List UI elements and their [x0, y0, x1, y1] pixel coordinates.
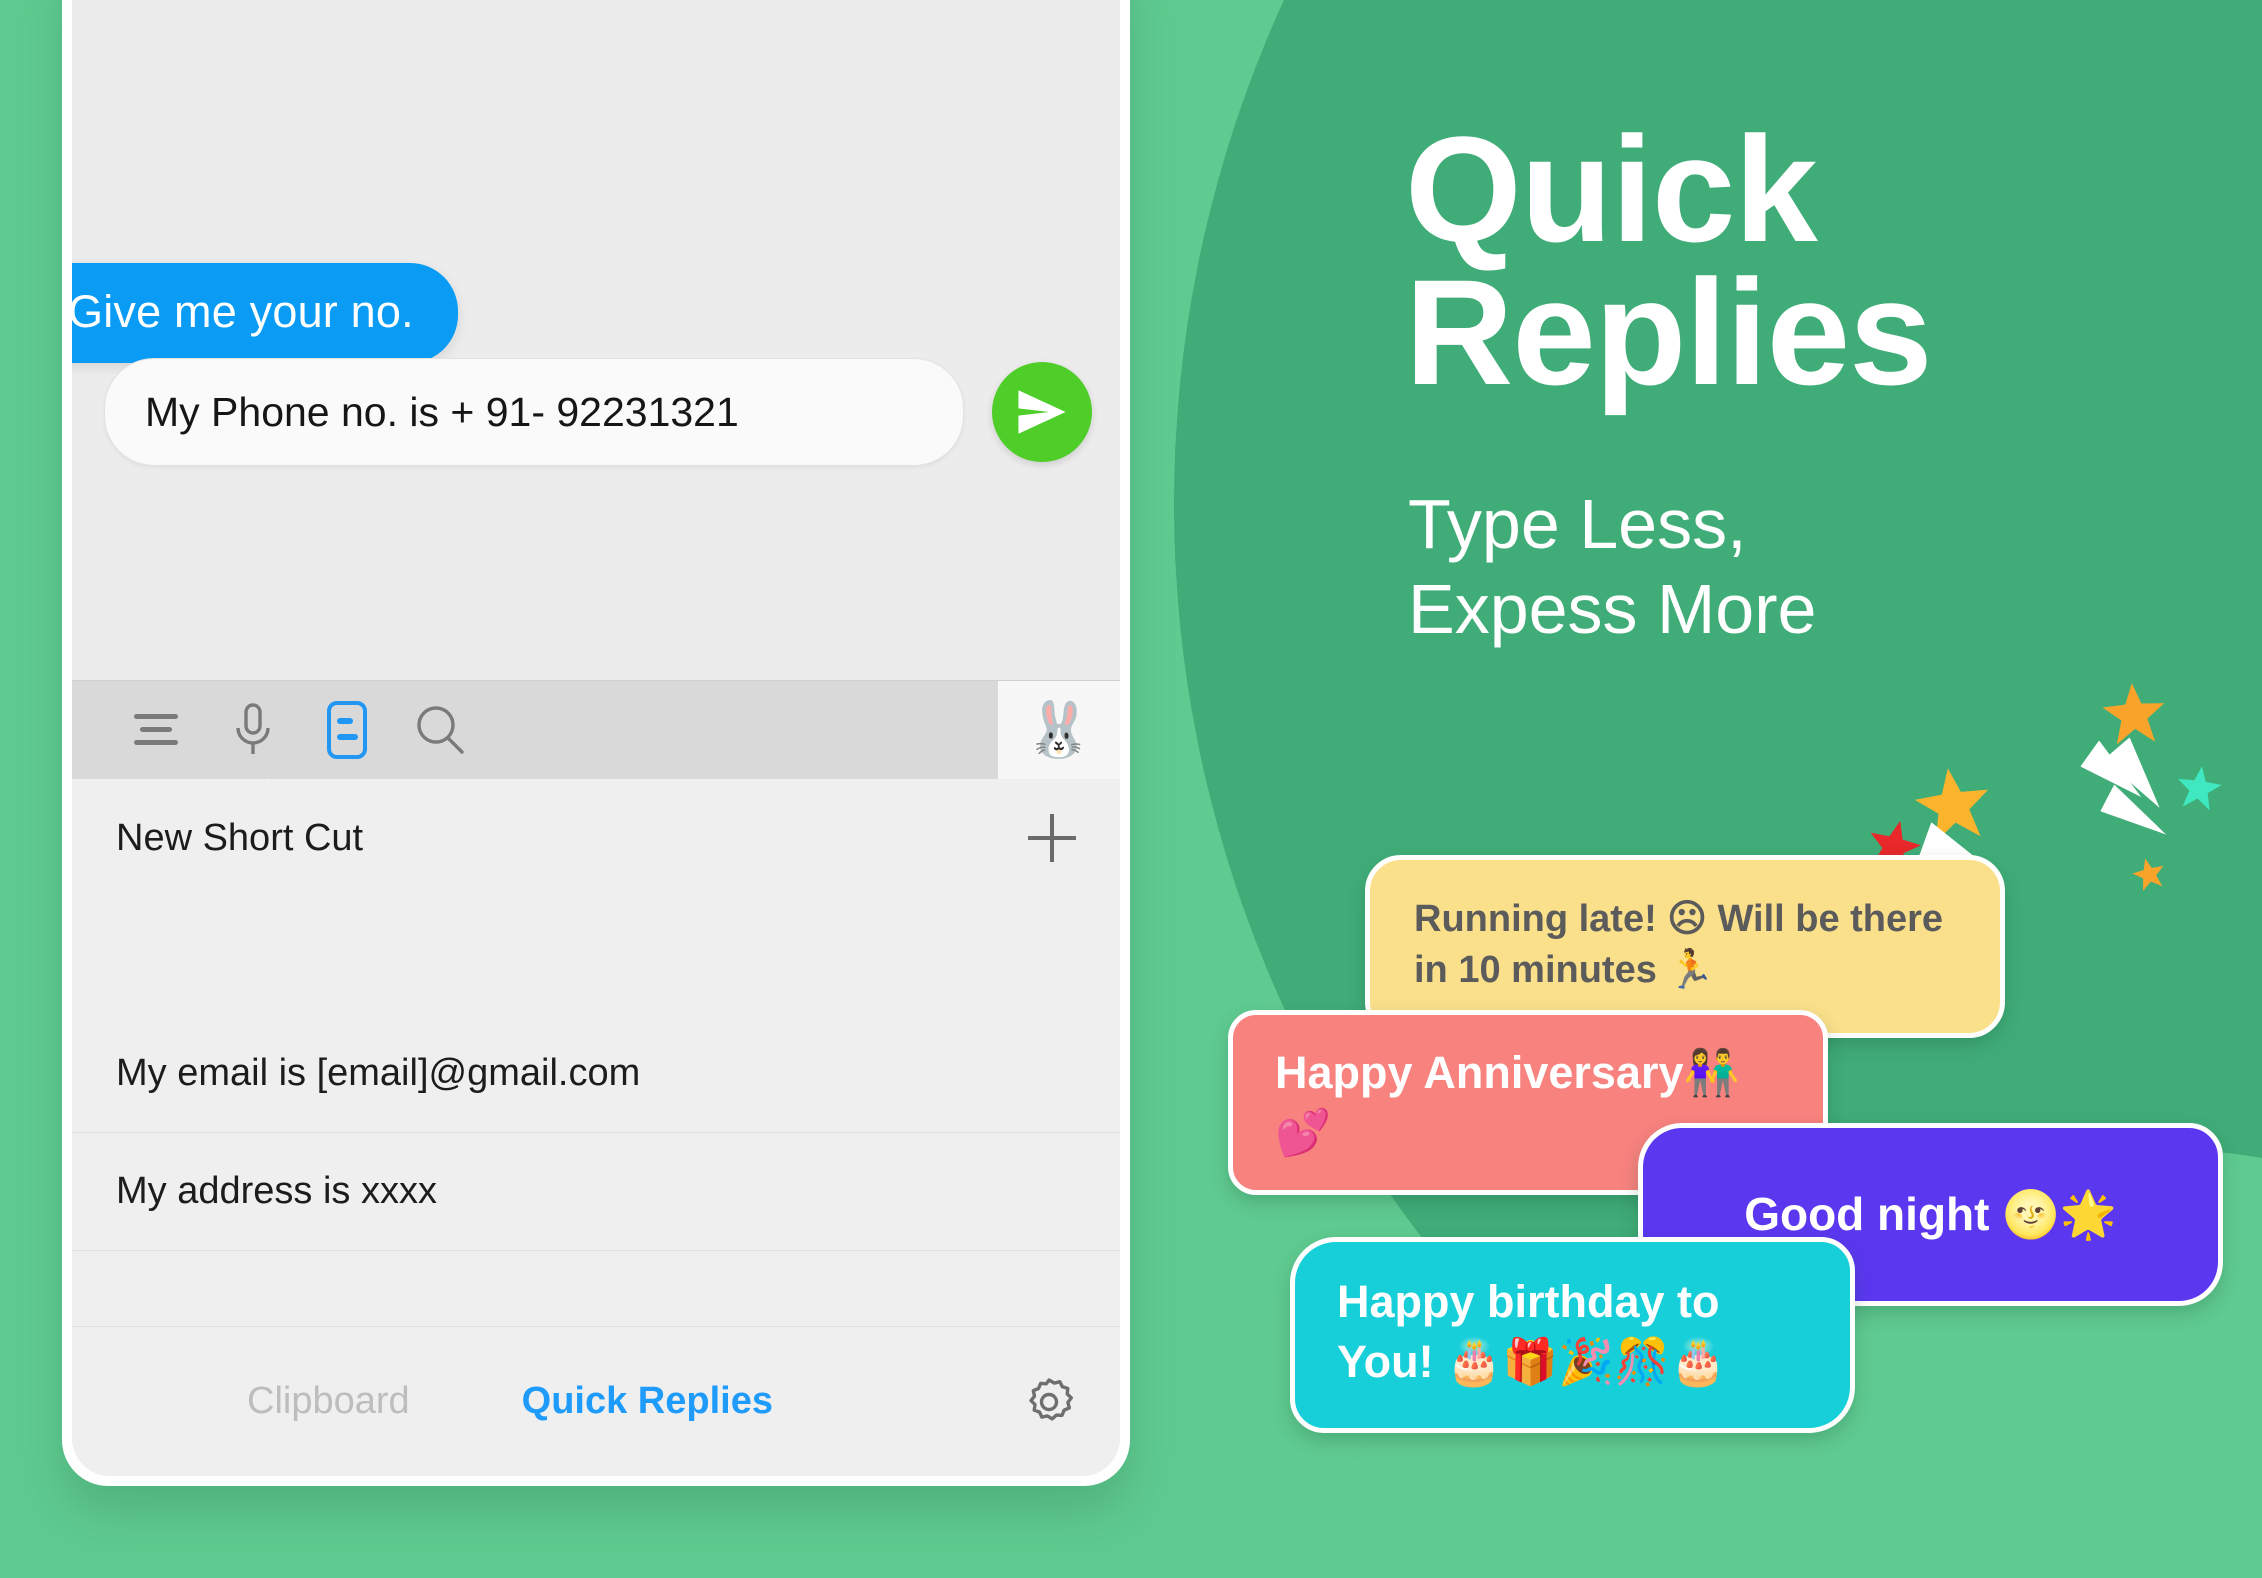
quick-reply-label: My address is xxxx — [116, 1170, 437, 1212]
avatar-emoji: 🐰 — [1025, 698, 1093, 761]
quick-replies-panel: New Short Cut My email is [email]@gmail.… — [72, 779, 1120, 1476]
tab-quick-replies[interactable]: Quick Replies — [522, 1380, 773, 1423]
send-paper-plane-icon — [1018, 390, 1066, 434]
menu-icon — [134, 714, 178, 745]
quick-reply-item-email[interactable]: My email is [email]@gmail.com — [72, 1015, 1120, 1133]
sticker-avatar[interactable]: 🐰 — [998, 681, 1120, 779]
quick-replies-tabbar: Clipboard Quick Replies — [72, 1326, 1120, 1476]
send-button[interactable] — [992, 362, 1092, 462]
new-shortcut-row[interactable]: New Short Cut — [72, 779, 1120, 897]
clipboard-icon-button[interactable] — [300, 681, 394, 779]
plus-icon[interactable] — [1028, 814, 1076, 862]
quick-reply-item-address[interactable]: My address is xxxx — [72, 1133, 1120, 1251]
compose-bar: My Phone no. is + 91- 92231321 — [104, 358, 1092, 466]
star-cyan-icon — [2174, 763, 2224, 813]
quick-reply-label: My email is [email]@gmail.com — [116, 1052, 641, 1094]
new-shortcut-label: New Short Cut — [116, 816, 364, 859]
promo-subtitle-line1: Type Less, — [1408, 485, 1747, 563]
promo-stage: Give me your no. My Phone no. is + 91- 9… — [0, 0, 2262, 1578]
tab-clipboard[interactable]: Clipboard — [247, 1380, 410, 1423]
phone-mockup: Give me your no. My Phone no. is + 91- 9… — [62, 0, 1130, 1486]
gear-icon — [1029, 1377, 1073, 1421]
microphone-icon — [236, 703, 270, 754]
promo-subtitle-line2: Expess More — [1408, 570, 1817, 649]
search-icon — [417, 706, 464, 754]
keyboard-toolbar: 🐰 — [72, 680, 1120, 801]
clipboard-icon — [327, 701, 367, 759]
message-input[interactable]: My Phone no. is + 91- 92231321 — [104, 358, 964, 466]
microphone-icon-button[interactable] — [206, 681, 300, 779]
page-title: Quick Replies — [1405, 114, 1933, 416]
search-icon-button[interactable] — [394, 681, 488, 779]
star-orange-icon — [1911, 763, 1995, 847]
phone-screen: Give me your no. My Phone no. is + 91- 9… — [72, 0, 1120, 1476]
incoming-message-bubble: Give me your no. — [72, 263, 458, 364]
star-orange-icon — [2101, 681, 2167, 747]
promo-title-line2: Replies — [1405, 247, 1933, 416]
promo-subtitle: Type Less, Expess More — [1408, 482, 1816, 653]
promo-panel: Quick Replies Type Less, Expess More Run… — [1228, 0, 2262, 1578]
menu-icon-button[interactable] — [112, 681, 206, 779]
star-orange-small-icon — [2130, 855, 2169, 894]
settings-button[interactable] — [1022, 1375, 1076, 1429]
promo-bubble-birthday: Happy birthday to You! 🎂🎁🎉🎊🎂 — [1290, 1237, 1855, 1433]
list-gap-under-floating-item — [72, 897, 1120, 1015]
conversation-area: Give me your no. My Phone no. is + 91- 9… — [72, 0, 1120, 680]
